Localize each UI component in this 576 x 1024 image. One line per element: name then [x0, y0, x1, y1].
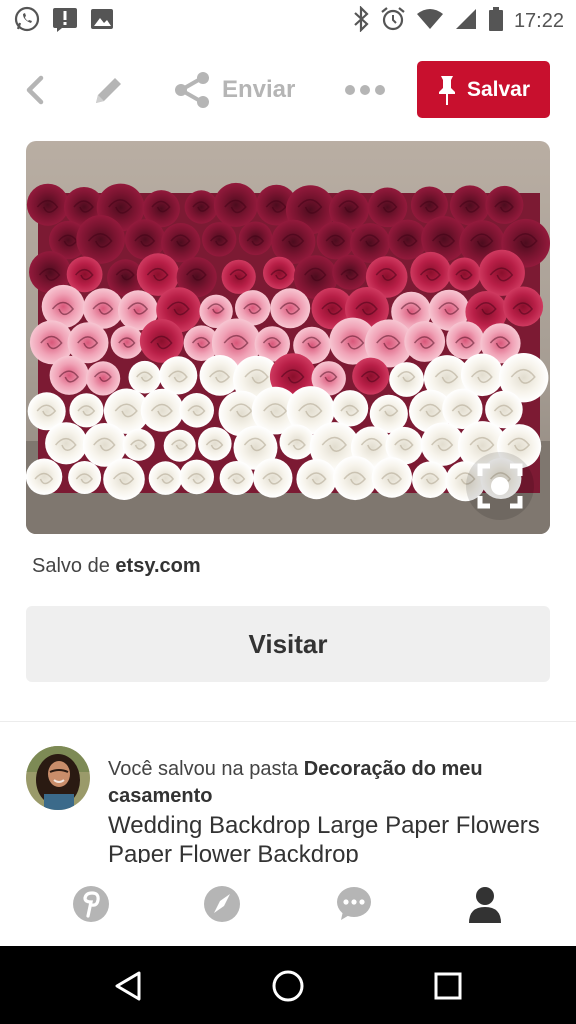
- avatar[interactable]: [26, 746, 90, 810]
- alert-icon: [52, 6, 78, 37]
- home-icon: [73, 886, 109, 922]
- nav-home[interactable]: [71, 884, 111, 924]
- status-time: 17:22: [513, 10, 564, 32]
- home-circle-icon: [272, 970, 304, 1002]
- bluetooth-icon: [352, 5, 370, 37]
- system-back-button[interactable]: [108, 966, 148, 1006]
- whatsapp-icon: [14, 6, 40, 37]
- status-right-icons: 17:22: [352, 5, 564, 37]
- back-icon: [26, 75, 44, 105]
- status-left-icons: [14, 6, 114, 37]
- save-button[interactable]: Salvar: [417, 61, 550, 118]
- visit-label: Visitar: [248, 628, 328, 659]
- alarm-icon: [380, 6, 406, 37]
- saved-board-info: Você salvou na pasta Decoração do meu ca…: [108, 756, 548, 810]
- back-button[interactable]: [20, 58, 52, 122]
- signal-icon: [454, 7, 478, 36]
- saved-from-line: Salvo de etsy.com: [32, 555, 201, 578]
- pin-image[interactable]: [26, 141, 550, 534]
- image-icon: [90, 7, 114, 36]
- profile-icon: [469, 887, 501, 923]
- lens-icon: [477, 463, 523, 509]
- more-icon: [345, 85, 385, 95]
- user-photo: [26, 746, 90, 810]
- messages-icon: [337, 887, 371, 920]
- pin-description: Wedding Backdrop Large Paper Flowers Pap…: [108, 812, 540, 863]
- system-home-button[interactable]: [268, 966, 308, 1006]
- system-navigation-bar: [0, 946, 576, 1024]
- back-triangle-icon: [115, 971, 141, 1001]
- send-label: Enviar: [222, 76, 296, 103]
- battery-icon: [488, 6, 504, 37]
- nav-profile[interactable]: [465, 884, 505, 924]
- bottom-navigation: [0, 864, 576, 946]
- nav-messages[interactable]: [334, 884, 374, 924]
- wifi-icon: [416, 7, 444, 36]
- source-domain-link[interactable]: etsy.com: [115, 555, 200, 577]
- visual-search-button[interactable]: [466, 452, 534, 520]
- visit-button[interactable]: Visitar: [26, 606, 550, 682]
- status-bar: 17:22: [0, 0, 576, 40]
- share-icon: [175, 72, 209, 108]
- more-options-button[interactable]: [344, 58, 386, 122]
- section-divider: [0, 721, 576, 722]
- explore-icon: [204, 886, 240, 922]
- nav-explore[interactable]: [202, 884, 242, 924]
- pin-action-bar: Enviar Salvar: [0, 58, 576, 122]
- saved-from-prefix: Salvo de: [32, 555, 110, 577]
- send-button[interactable]: Enviar: [172, 58, 295, 122]
- recents-square-icon: [434, 972, 462, 1000]
- save-label: Salvar: [466, 77, 531, 101]
- edit-button[interactable]: [92, 58, 126, 122]
- edit-icon: [96, 78, 121, 103]
- system-recents-button[interactable]: [428, 966, 468, 1006]
- saved-prefix: Você salvou na pasta: [108, 758, 299, 780]
- pin-icon: [438, 75, 455, 105]
